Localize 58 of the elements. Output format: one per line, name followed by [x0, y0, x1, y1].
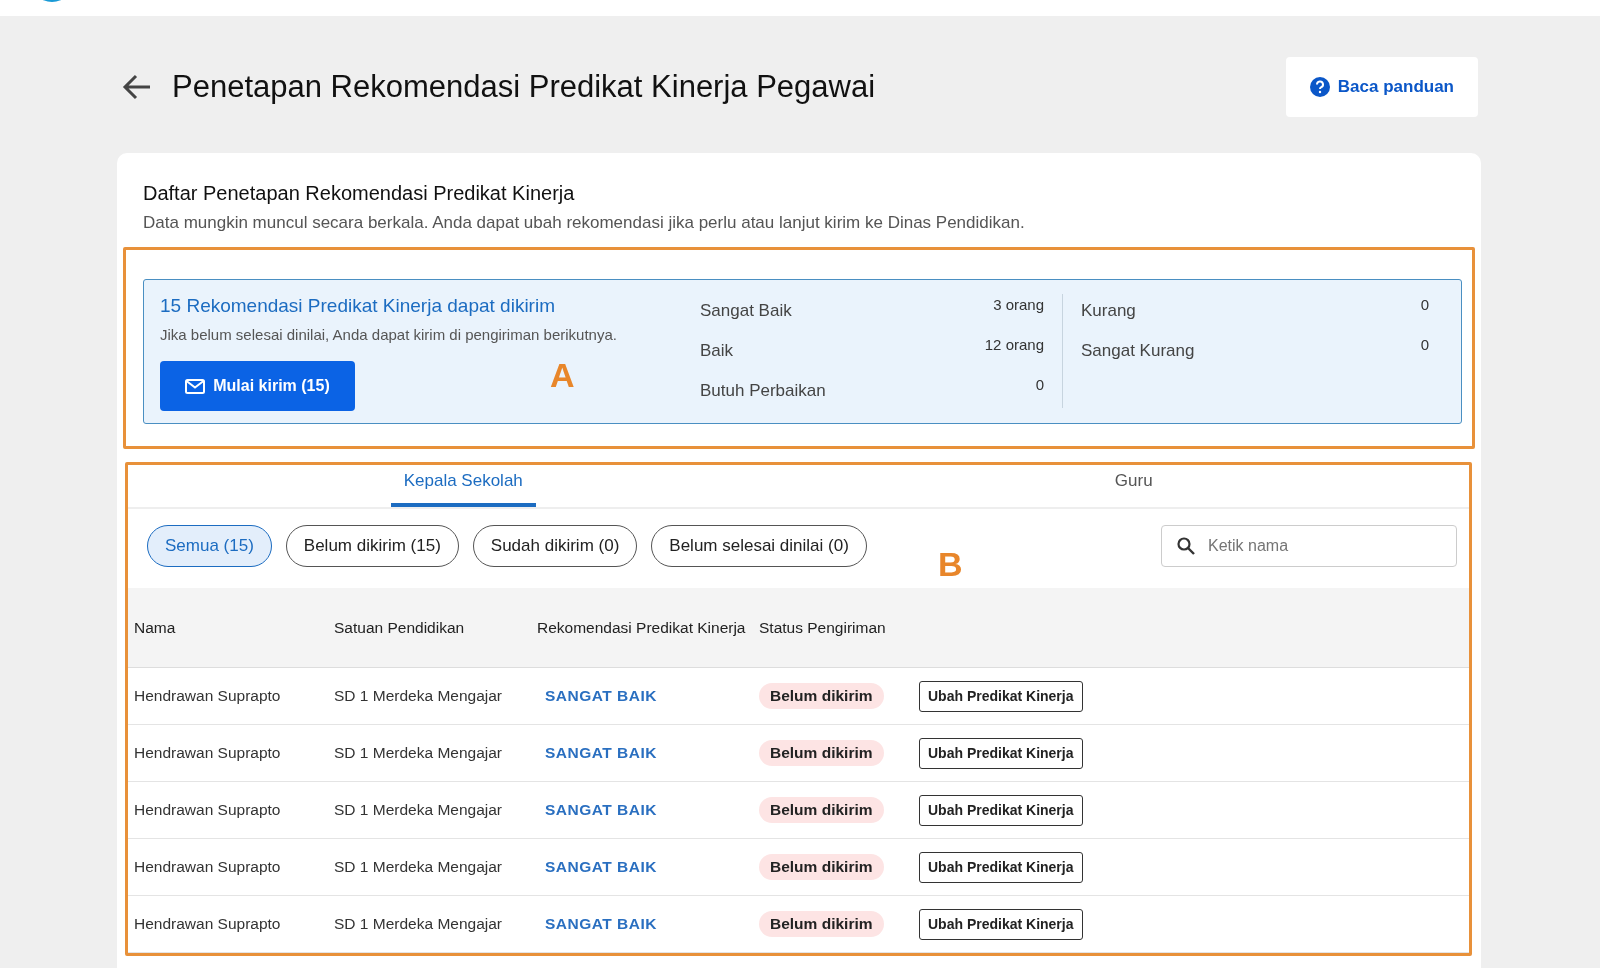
- category-label: Baik: [700, 340, 734, 362]
- summary-headline: 15 Rekomendasi Predikat Kinerja dapat dikirim: [160, 295, 556, 317]
- status-badge: Belum dikirim: [759, 854, 884, 880]
- status-badge: Belum dikirim: [759, 683, 884, 709]
- filter-chip[interactable]: Semua (15): [147, 525, 272, 567]
- category-count: 0: [1420, 336, 1429, 355]
- edit-button[interactable]: Ubah Predikat Kinerja: [919, 737, 1083, 769]
- employee-name: Hendrawan Suprapto: [134, 858, 281, 875]
- recommendation-label: SANGAT BAIK: [544, 858, 657, 875]
- recommendation-label: SANGAT BAIK: [544, 915, 657, 932]
- status-badge: Belum dikirim: [759, 740, 884, 766]
- page-title: Penetapan Rekomendasi Predikat Kinerja Pegawai: [172, 69, 877, 105]
- school-name: SD 1 Merdeka Mengajar: [334, 744, 502, 761]
- status-badge: Belum dikirim: [759, 797, 884, 823]
- category-label: Kurang: [1081, 300, 1136, 322]
- school-name: SD 1 Merdeka Mengajar: [334, 858, 502, 875]
- search-field[interactable]: Ketik nama: [1161, 525, 1457, 567]
- recommendation-label: SANGAT BAIK: [544, 801, 657, 818]
- help-icon: [1309, 77, 1330, 97]
- edit-button[interactable]: Ubah Predikat Kinerja: [919, 794, 1083, 826]
- recommendation-label: SANGAT BAIK: [544, 744, 657, 761]
- mail-icon: [185, 378, 206, 394]
- category-count: 12 orang: [984, 336, 1044, 355]
- school-name: SD 1 Merdeka Mengajar: [334, 915, 502, 932]
- filter-chip[interactable]: Sudah dikirim (0): [472, 525, 638, 567]
- edit-button[interactable]: Ubah Predikat Kinerja: [919, 680, 1083, 712]
- send-button[interactable]: Mulai kirim (15): [160, 361, 355, 411]
- school-name: SD 1 Merdeka Mengajar: [334, 687, 502, 704]
- back-arrow-icon[interactable]: [122, 74, 152, 100]
- employee-name: Hendrawan Suprapto: [134, 801, 281, 818]
- card-subtitle: Data mungkin muncul secara berkala. Anda dapat ubah rekomendasi jika perlu atau lanjut kirim ke Dinas Pendidikan.: [143, 212, 1026, 234]
- edit-button[interactable]: Ubah Predikat Kinerja: [919, 851, 1083, 883]
- category-label: Butuh Perbaikan: [700, 380, 826, 402]
- guide-button[interactable]: Baca panduan: [1285, 57, 1478, 117]
- column-header: Nama: [128, 588, 328, 668]
- category-label: Sangat Baik: [700, 300, 792, 322]
- tab[interactable]: Kepala Sekolah: [390, 465, 536, 507]
- filter-chip[interactable]: Belum selesai dinilai (0): [651, 525, 867, 567]
- employee-name: Hendrawan Suprapto: [134, 687, 281, 704]
- summary-note: Jika belum selesai dinilai, Anda dapat kirim di pengiriman berikutnya.: [160, 326, 618, 343]
- edit-button[interactable]: Ubah Predikat Kinerja: [919, 908, 1083, 940]
- column-header: Status Pengiriman: [753, 588, 913, 668]
- recommendation-label: SANGAT BAIK: [544, 687, 657, 704]
- category-count: 0: [1035, 376, 1044, 395]
- category-count: 0: [1420, 296, 1429, 315]
- filter-chip[interactable]: Belum dikirim (15): [285, 525, 459, 567]
- annotation-label: A: [550, 356, 575, 395]
- employee-name: Hendrawan Suprapto: [134, 744, 281, 761]
- column-header: Satuan Pendidikan: [328, 588, 531, 668]
- category-count: 3 orang: [993, 296, 1044, 315]
- category-label: Sangat Kurang: [1081, 340, 1195, 362]
- school-name: SD 1 Merdeka Mengajar: [334, 801, 502, 818]
- tab[interactable]: Guru: [1101, 465, 1166, 507]
- card-title: Daftar Penetapan Rekomendasi Predikat Kinerja: [143, 181, 576, 205]
- employee-name: Hendrawan Suprapto: [134, 915, 281, 932]
- annotation-label: B: [938, 545, 963, 584]
- status-badge: Belum dikirim: [759, 911, 884, 937]
- column-header: Rekomendasi Predikat Kinerja: [531, 588, 753, 668]
